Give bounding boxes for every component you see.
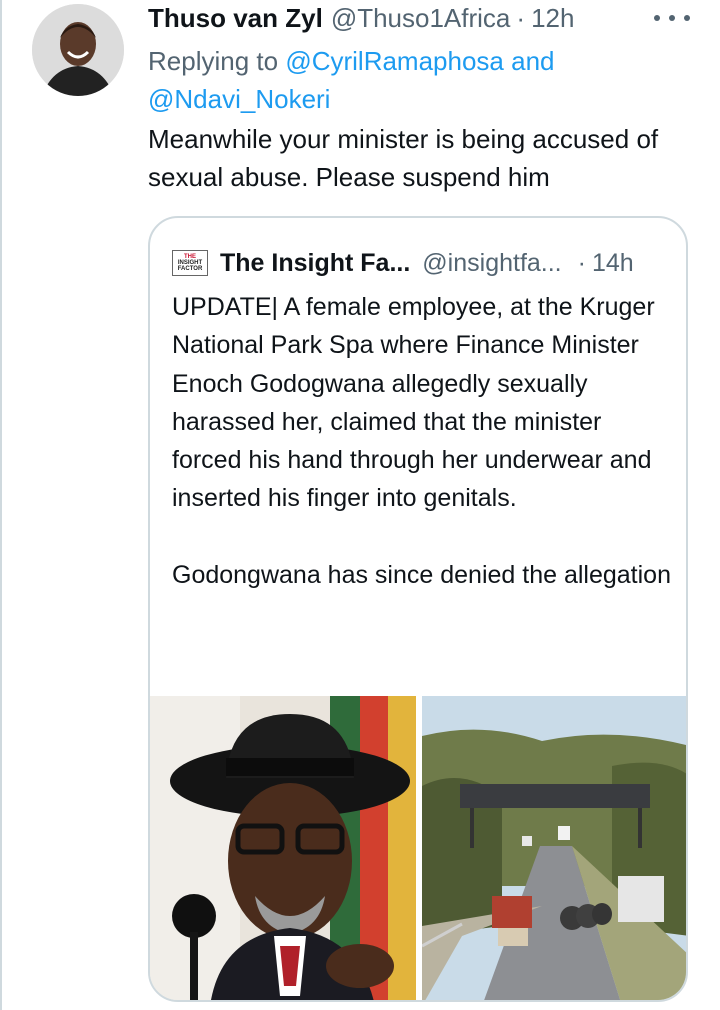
- author-avatar[interactable]: [32, 4, 124, 96]
- quoted-author-handle[interactable]: @insightfa...: [422, 249, 561, 278]
- quoted-tweet-header: THE INSIGHT FACTOR The Insight Fa... @in…: [172, 246, 634, 280]
- more-horizontal-icon[interactable]: [654, 6, 690, 30]
- more-dot: [654, 15, 660, 21]
- tweet-body: Meanwhile your minister is being accused…: [148, 124, 659, 192]
- park-gate-photo-illustration: [422, 696, 686, 1000]
- quoted-tweet-timestamp[interactable]: 14h: [592, 249, 634, 278]
- media-photo-minister[interactable]: [150, 696, 416, 1000]
- mention-joiner[interactable]: and: [511, 46, 554, 76]
- replying-to-line: Replying to @CyrilRamaphosa and @Ndavi_N…: [148, 42, 668, 118]
- mention-link-cyril[interactable]: @CyrilRamaphosa: [285, 46, 504, 76]
- timeline-thread-line: [0, 0, 2, 1010]
- quoted-author-name[interactable]: The Insight Fa...: [220, 249, 410, 278]
- media-photo-park-gate[interactable]: [422, 696, 686, 1000]
- logo-text: FACTOR: [177, 266, 203, 272]
- quoted-media-grid: [150, 696, 686, 1000]
- tweet-timestamp[interactable]: 12h: [531, 3, 574, 34]
- quoted-tweet-body: UPDATE| A female employee, at the Kruger…: [172, 288, 672, 594]
- author-handle[interactable]: @Thuso1Africa: [331, 3, 511, 34]
- quoted-tweet-card[interactable]: THE INSIGHT FACTOR The Insight Fa... @in…: [148, 216, 688, 1002]
- more-dot: [684, 15, 690, 21]
- separator-dot: ·: [516, 2, 526, 33]
- minister-photo-illustration: [150, 696, 416, 1000]
- tweet-header: Thuso van Zyl @Thuso1Africa · 12h: [148, 0, 574, 36]
- more-dot: [669, 15, 675, 21]
- replying-to-label: Replying to: [148, 46, 279, 76]
- author-name[interactable]: Thuso van Zyl: [148, 3, 323, 34]
- quoted-paragraph: UPDATE| A female employee, at the Kruger…: [172, 293, 655, 513]
- mention-link-ndavi[interactable]: @Ndavi_Nokeri: [148, 84, 330, 114]
- avatar-photo: [32, 4, 124, 96]
- separator-dot: ·: [577, 248, 586, 277]
- quoted-paragraph: Godongwana has since denied the allegati…: [172, 560, 671, 589]
- insight-factor-logo-icon: THE INSIGHT FACTOR: [172, 250, 208, 276]
